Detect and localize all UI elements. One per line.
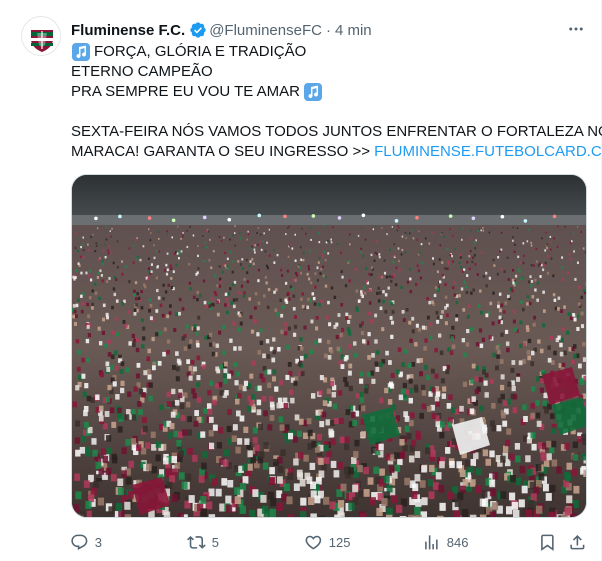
- like-count: 125: [328, 534, 351, 550]
- tweet-text-line-4: SEXTA-FEIRA NÓS VAMOS TODOS JUNTOS ENFRE…: [71, 123, 602, 140]
- reply-button[interactable]: 3: [70, 532, 102, 552]
- fluminense-crest-icon: [23, 18, 60, 55]
- like-button[interactable]: 125: [304, 532, 350, 552]
- reply-count: 3: [94, 534, 102, 550]
- stadium-crowd-photo: [72, 175, 586, 517]
- views-button[interactable]: 846: [422, 532, 468, 552]
- author-handle[interactable]: @FluminenseFC: [209, 22, 322, 39]
- repost-count: 5: [211, 534, 219, 550]
- tweet-text-line-1: FORÇA, GLÓRIA E TRADIÇÃO: [94, 43, 307, 60]
- tweet-photo[interactable]: [71, 174, 587, 518]
- bookmark-icon: [541, 534, 554, 551]
- tweet-timestamp[interactable]: 4 min: [335, 22, 372, 39]
- views-count: 846: [446, 534, 469, 550]
- tweet-actions: 3 5 125 846: [70, 531, 590, 553]
- musical-note-icon: [71, 42, 91, 62]
- author-display-name[interactable]: Fluminense F.C.: [71, 22, 185, 39]
- bookmark-button[interactable]: [538, 532, 557, 552]
- tweet-header: Fluminense F.C. @FluminenseFC · 4 min: [71, 20, 372, 40]
- heart-icon: [305, 535, 322, 550]
- tweet[interactable]: Fluminense F.C. @FluminenseFC · 4 min FO…: [0, 0, 602, 561]
- tweet-text-line-5: MARACA! GARANTA O SEU INGRESSO >>: [71, 143, 370, 160]
- tweet-text-line-2: ETERNO CAMPEÃO: [71, 63, 213, 80]
- separator-dot: ·: [325, 21, 331, 39]
- tweet-text-line-3: PRA SEMPRE EU VOU TE AMAR: [71, 83, 300, 100]
- more-options-button[interactable]: [565, 18, 587, 40]
- more-dots-icon: [569, 27, 583, 31]
- tweet-text: FORÇA, GLÓRIA E TRADIÇÃO ETERNO CAMPEÃO …: [71, 42, 602, 162]
- avatar[interactable]: [21, 16, 61, 56]
- share-icon: [570, 534, 585, 550]
- ticket-link[interactable]: FLUMINENSE.FUTEBOLCARD.COM: [374, 142, 602, 162]
- reply-icon: [71, 534, 88, 550]
- musical-note-icon: [303, 82, 323, 102]
- repost-icon: [187, 535, 206, 549]
- share-button[interactable]: [568, 532, 587, 552]
- repost-button[interactable]: 5: [187, 532, 219, 552]
- verified-badge-icon[interactable]: [189, 21, 207, 39]
- views-chart-icon: [425, 534, 438, 550]
